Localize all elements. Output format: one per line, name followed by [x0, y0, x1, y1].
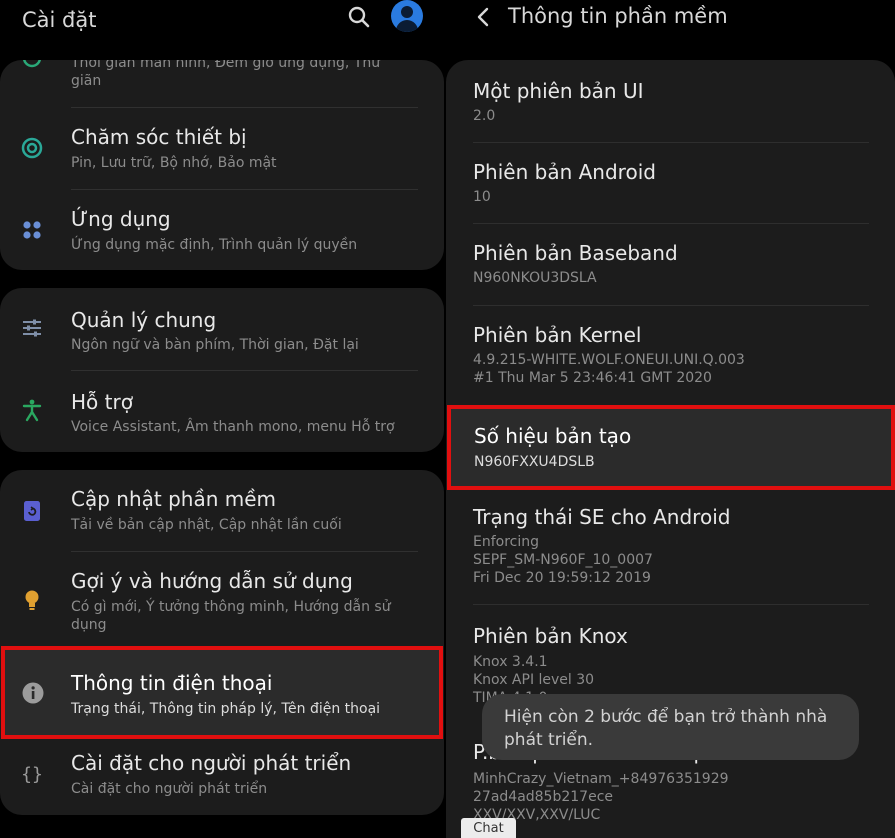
settings-item-sub: Cài đặt cho người phát triển: [71, 781, 268, 797]
info-item-value: 4.9.215-WHITE.WOLF.ONEUI.UNI.Q.003 #1 Th…: [473, 352, 745, 386]
info-item-kernel-version[interactable]: Phiên bản Kernel 4.9.215-WHITE.WOLF.ONEU…: [446, 306, 895, 403]
back-arrow-icon[interactable]: [474, 5, 494, 29]
info-item-baseband-version[interactable]: Phiên bản Baseband N960NKOU3DSLA: [446, 224, 895, 305]
chat-tab[interactable]: Chat: [461, 818, 516, 838]
wellbeing-icon: [20, 60, 44, 70]
info-item-value: 2.0: [473, 108, 496, 124]
info-item-value: N960FXXU4DSLB: [474, 454, 595, 470]
settings-pane: Cài đặt Thời gian màn hình, Đếm giờ ứng …: [0, 0, 446, 838]
settings-header: Cài đặt: [0, 0, 446, 40]
settings-item-title: Cập nhật phần mềm: [71, 487, 277, 511]
settings-item-sub: Ngôn ngữ và bàn phím, Thời gian, Đặt lại: [71, 337, 359, 353]
settings-item-title: Cài đặt cho người phát triển: [71, 751, 352, 775]
settings-item-sub: Thời gian màn hình, Đếm giờ ứng dụng, Th…: [71, 60, 381, 89]
settings-item-sub: Tải về bản cập nhật, Cập nhật lần cuối: [71, 517, 342, 533]
developer-toast: Hiện còn 2 bước để bạn trở thành nhà phá…: [482, 694, 859, 760]
info-item-android-version[interactable]: Phiên bản Android 10: [446, 143, 895, 224]
settings-item-tips[interactable]: Gợi ý và hướng dẫn sử dụng Có gì mới, Ý …: [0, 552, 444, 648]
settings-item-title: Quản lý chung: [71, 308, 217, 332]
info-item-build-number[interactable]: Số hiệu bản tạo N960FXXU4DSLB: [447, 405, 895, 490]
tips-bulb-icon: [20, 588, 44, 612]
settings-item-accessibility[interactable]: Hỗ trợ Voice Assistant, Âm thanh mono, m…: [0, 371, 444, 452]
settings-item-title: Thông tin điện thoại: [71, 671, 273, 695]
settings-item-about-phone[interactable]: Thông tin điện thoại Trạng thái, Thông t…: [1, 646, 443, 739]
apps-icon: [20, 218, 44, 242]
settings-card-2: Quản lý chung Ngôn ngữ và bàn phím, Thời…: [0, 288, 444, 452]
software-info-title: Thông tin phần mềm: [508, 4, 728, 28]
settings-card-1: Thời gian màn hình, Đếm giờ ứng dụng, Th…: [0, 60, 444, 270]
settings-item-title: Chăm sóc thiết bị: [71, 125, 247, 149]
info-icon: [21, 681, 45, 705]
info-item-one-ui-version[interactable]: Một phiên bản UI 2.0: [446, 60, 895, 142]
settings-card-3: Cập nhật phần mềm Tải về bản cập nhật, C…: [0, 470, 444, 815]
settings-item-sub: Có gì mới, Ý tưởng thông minh, Hướng dẫn…: [71, 599, 391, 633]
account-icon[interactable]: [391, 0, 423, 32]
info-item-value: N960NKOU3DSLA: [473, 270, 597, 286]
info-item-title: Phiên bản Android: [473, 160, 656, 184]
settings-item-title: Ứng dụng: [71, 207, 171, 231]
info-item-title: Số hiệu bản tạo: [474, 424, 632, 448]
general-management-icon: [20, 316, 44, 340]
settings-item-digital-wellbeing[interactable]: Thời gian màn hình, Đếm giờ ứng dụng, Th…: [0, 60, 444, 108]
settings-item-sub: Pin, Lưu trữ, Bộ nhớ, Bảo mật: [71, 155, 277, 171]
info-item-value: MinhCrazy_Vietnam_+84976351929 27ad4ad85…: [473, 771, 729, 823]
info-item-title: Phiên bản Kernel: [473, 323, 642, 347]
info-item-title: Phiên bản Knox: [473, 624, 628, 648]
developer-braces-icon: {}: [21, 763, 43, 785]
software-info-pane: Thông tin phần mềm Một phiên bản UI 2.0 …: [446, 0, 895, 838]
info-item-title: Trạng thái SE cho Android: [473, 505, 731, 529]
settings-item-device-care[interactable]: Chăm sóc thiết bị Pin, Lưu trữ, Bộ nhớ, …: [0, 108, 444, 189]
info-item-value: Enforcing SEPF_SM-N960F_10_0007 Fri Dec …: [473, 534, 653, 586]
info-item-title: Một phiên bản UI: [473, 79, 644, 103]
info-item-value: 10: [473, 189, 491, 205]
settings-item-software-update[interactable]: Cập nhật phần mềm Tải về bản cập nhật, C…: [0, 470, 444, 551]
settings-item-apps[interactable]: Ứng dụng Ứng dụng mặc định, Trình quản l…: [0, 190, 444, 270]
software-update-icon: [20, 499, 44, 523]
settings-item-developer-options[interactable]: {} Cài đặt cho người phát triển Cài đặt …: [0, 732, 444, 815]
accessibility-icon: [20, 398, 44, 422]
settings-item-sub: Trạng thái, Thông tin pháp lý, Tên điện …: [71, 701, 381, 717]
search-icon[interactable]: [346, 4, 372, 30]
info-item-title: Phiên bản Baseband: [473, 241, 678, 265]
settings-title: Cài đặt: [22, 8, 97, 32]
device-care-icon: [20, 136, 44, 160]
settings-item-sub: Ứng dụng mặc định, Trình quản lý quyền: [71, 237, 358, 253]
settings-item-general-management[interactable]: Quản lý chung Ngôn ngữ và bàn phím, Thời…: [0, 288, 444, 370]
settings-item-title: Gợi ý và hướng dẫn sử dụng: [71, 569, 353, 593]
info-item-se-status[interactable]: Trạng thái SE cho Android Enforcing SEPF…: [446, 492, 895, 604]
settings-item-sub: Voice Assistant, Âm thanh mono, menu Hỗ …: [71, 419, 395, 435]
software-info-header: Thông tin phần mềm: [446, 0, 895, 40]
settings-item-title: Hỗ trợ: [71, 390, 133, 414]
